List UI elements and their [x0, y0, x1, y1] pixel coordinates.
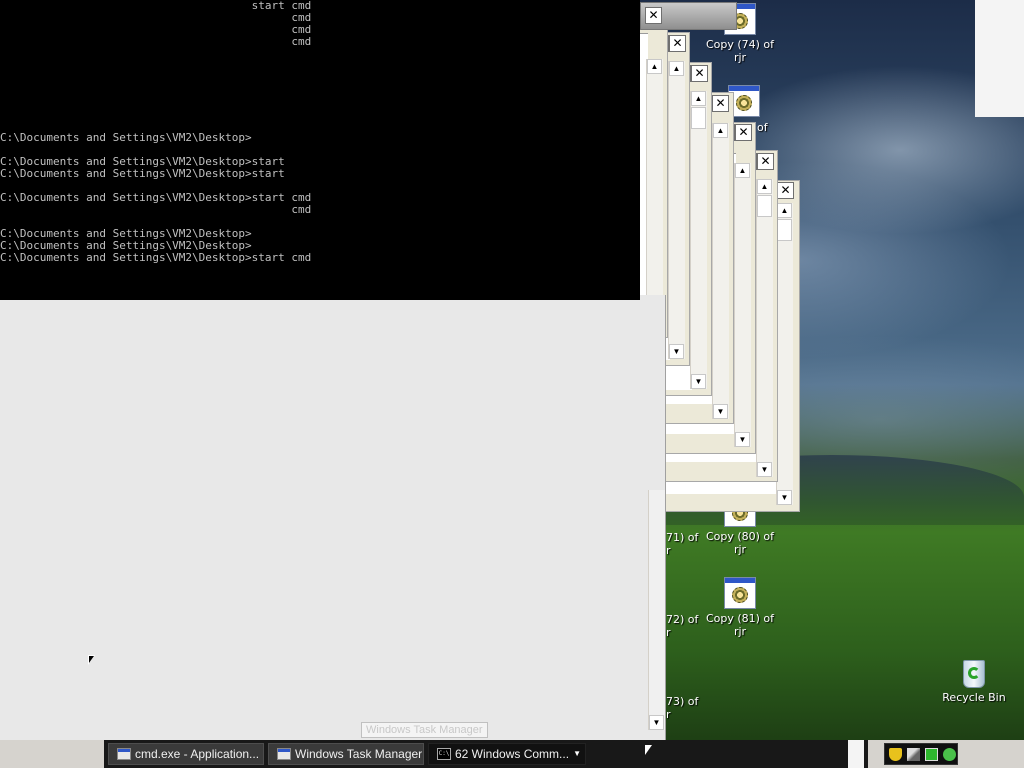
vertical-scrollbar[interactable]: ▲ ▼: [734, 163, 751, 447]
task-label: 62 Windows Comm...: [455, 747, 570, 761]
scroll-up-icon[interactable]: ▲: [713, 123, 728, 138]
vertical-scrollbar[interactable]: ▲ ▼: [712, 123, 729, 419]
task-button-task-manager[interactable]: Windows Task Manager: [268, 743, 424, 765]
scroll-down-icon[interactable]: ▼: [757, 462, 772, 477]
scroll-up-icon[interactable]: ▲: [735, 163, 750, 178]
console-title-bar[interactable]: ✕: [640, 2, 737, 30]
mouse-cursor-icon: [88, 655, 95, 665]
recycle-bin-icon: [959, 658, 989, 688]
close-icon[interactable]: ✕: [757, 153, 774, 170]
vertical-scrollbar[interactable]: ▲ ▼: [690, 91, 707, 389]
program-icon: [724, 577, 756, 609]
scroll-down-icon[interactable]: ▼: [649, 715, 664, 730]
icon-label-partial: r: [666, 708, 671, 721]
close-icon[interactable]: ✕: [712, 95, 729, 112]
scroll-down-icon[interactable]: ▼: [669, 344, 684, 359]
task-label: Windows Task Manager: [295, 747, 423, 761]
icon-label-partial: r: [666, 544, 671, 557]
offscreen-window-fragment: [975, 0, 1024, 117]
close-icon[interactable]: ✕: [645, 7, 662, 24]
vertical-scrollbar[interactable]: ▼: [648, 490, 665, 730]
monitor-icon[interactable]: [925, 748, 938, 761]
scroll-down-icon[interactable]: ▼: [735, 432, 750, 447]
vertical-scrollbar[interactable]: ▲ ▼: [646, 59, 663, 331]
scroll-thumb[interactable]: [777, 219, 792, 241]
scroll-up-icon[interactable]: ▲: [777, 203, 792, 218]
task-label: cmd.exe - Application...: [135, 747, 260, 761]
network-icon[interactable]: [907, 748, 920, 761]
vertical-scrollbar[interactable]: ▲ ▼: [756, 179, 773, 477]
sync-icon[interactable]: [943, 748, 956, 761]
scroll-up-icon[interactable]: ▲: [647, 59, 662, 74]
command-prompt-icon: C:\: [437, 748, 451, 760]
task-manager-icon: [277, 748, 291, 760]
close-icon[interactable]: ✕: [669, 35, 686, 52]
icon-label-partial: r: [666, 626, 671, 639]
close-icon[interactable]: ✕: [735, 124, 752, 141]
icon-label: rjr: [733, 625, 747, 638]
console-line: cmd: [0, 35, 312, 48]
desktop-icon-copy-81[interactable]: Copy (81) of rjr: [705, 577, 775, 638]
vertical-scrollbar[interactable]: ▲ ▼: [668, 61, 685, 359]
task-button-cmd-application[interactable]: cmd.exe - Application...: [108, 743, 264, 765]
icon-label: rjr: [733, 51, 747, 64]
console-line: C:\Documents and Settings\VM2\Desktop>: [0, 131, 252, 144]
scroll-up-icon[interactable]: ▲: [757, 179, 772, 194]
scroll-up-icon[interactable]: ▲: [669, 61, 684, 76]
mouse-cursor-icon: [645, 745, 652, 755]
dropdown-arrow-icon[interactable]: ▼: [573, 744, 581, 764]
console-line: C:\Documents and Settings\VM2\Desktop>st…: [0, 251, 312, 264]
icon-label-partial-71: 71) of: [666, 531, 699, 544]
icon-label: Copy (80) of: [705, 530, 775, 543]
console-line: cmd: [0, 203, 312, 216]
scroll-thumb[interactable]: [757, 195, 772, 217]
close-icon[interactable]: ✕: [691, 65, 708, 82]
console-line: C:\Documents and Settings\VM2\Desktop>st…: [0, 167, 285, 180]
icon-label: Copy (81) of: [705, 612, 775, 625]
icon-label: Recycle Bin: [942, 691, 1006, 704]
scroll-thumb[interactable]: [691, 107, 706, 129]
icon-label: rjr: [733, 543, 747, 556]
icon-label: Copy (74) of: [705, 38, 775, 51]
icon-label-partial-73: 73) of: [666, 695, 699, 708]
close-icon[interactable]: ✕: [777, 182, 794, 199]
security-shield-icon[interactable]: [889, 748, 902, 761]
task-manager-ghost-tooltip: Windows Task Manager: [361, 722, 488, 738]
tray-separator: [848, 740, 864, 768]
window-icon: [117, 748, 131, 760]
task-button-windows-command-group[interactable]: C:\ 62 Windows Comm... ▼: [428, 743, 586, 765]
system-tray: [884, 743, 958, 765]
vertical-scrollbar[interactable]: ▲ ▼: [776, 203, 793, 505]
scroll-down-icon[interactable]: ▼: [691, 374, 706, 389]
desktop-icon-recycle-bin[interactable]: Recycle Bin: [939, 658, 1009, 704]
console-output[interactable]: start cmd cmd cmd cmd C:\Documents and Se…: [0, 0, 640, 300]
taskbar: cmd.exe - Application... Windows Task Ma…: [0, 740, 1024, 768]
icon-label-partial-72: 72) of: [666, 613, 699, 626]
scroll-down-icon[interactable]: ▼: [777, 490, 792, 505]
icon-label-partial: of: [757, 121, 768, 134]
cmd-window-foreground-body[interactable]: ▼: [0, 295, 666, 740]
scroll-up-icon[interactable]: ▲: [691, 91, 706, 106]
scroll-down-icon[interactable]: ▼: [713, 404, 728, 419]
